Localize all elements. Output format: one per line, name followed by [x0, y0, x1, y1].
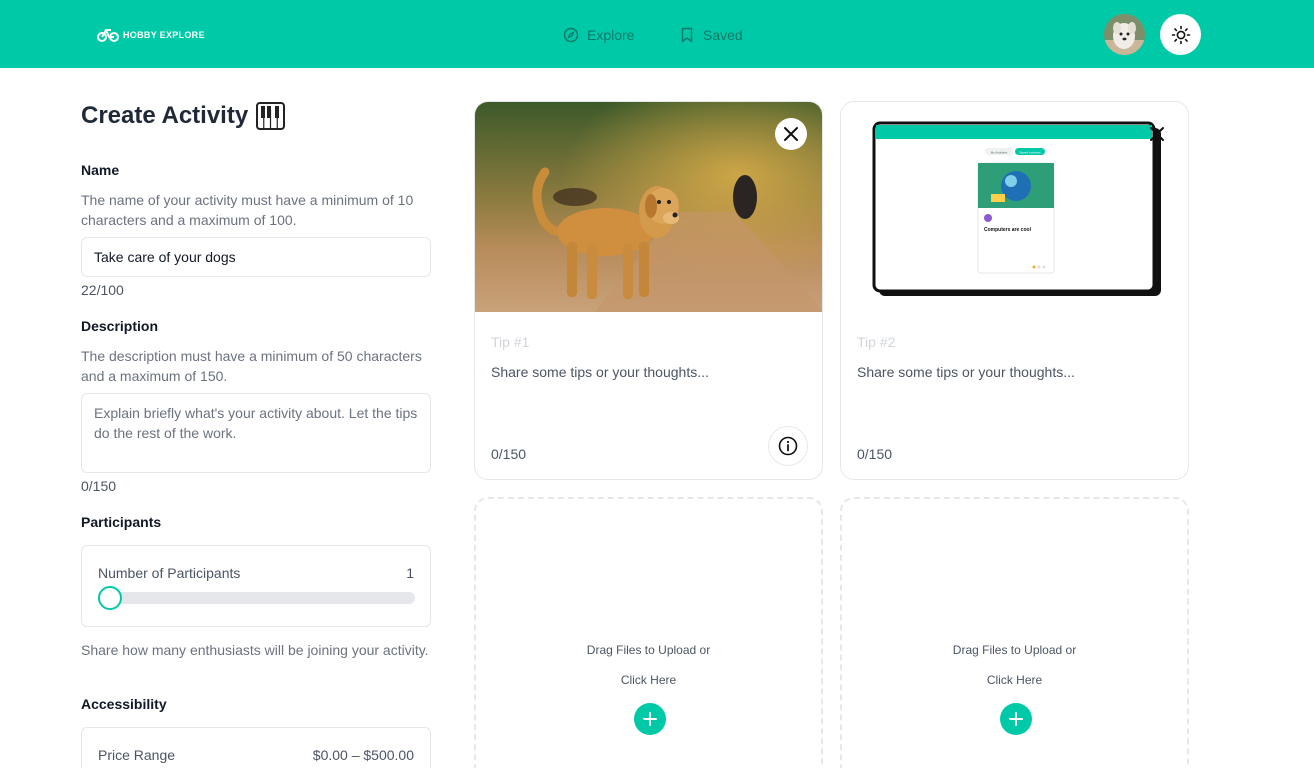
description-help: The description must have a minimum of 5…	[81, 348, 422, 384]
mini-tab-my-activities: My Activities	[991, 151, 1008, 155]
tip-textarea[interactable]	[491, 364, 807, 396]
tip-textarea[interactable]	[857, 364, 1173, 396]
info-button[interactable]	[768, 426, 808, 466]
nav-explore-label: Explore	[587, 27, 635, 43]
upload-text-line1: Drag Files to Upload or	[952, 643, 1077, 657]
screenshot-image: My Activities Saved Activities Computers…	[841, 102, 1188, 312]
name-counter: 22/100	[81, 282, 124, 298]
plus-icon	[1009, 712, 1023, 726]
tip-counter: 0/150	[491, 446, 527, 462]
add-file-button[interactable]	[1000, 703, 1032, 735]
user-avatar[interactable]	[1104, 14, 1145, 55]
accessibility-label: Accessibility	[81, 696, 167, 712]
piano-icon	[256, 102, 286, 130]
participants-help: Share how many enthusiasts will be joini…	[81, 642, 429, 658]
price-range-value: $0.00 – $500.00	[312, 747, 414, 763]
page-title: Create Activity	[81, 102, 286, 130]
nav-explore[interactable]: Explore	[563, 24, 634, 46]
participants-slider-thumb[interactable]	[98, 586, 122, 610]
logo[interactable]: HOBBY EXPLORE	[97, 26, 205, 44]
theme-toggle-button[interactable]	[1160, 14, 1201, 55]
tip-card-1: Tip #1 0/150	[474, 101, 823, 480]
price-range-label: Price Range	[98, 747, 176, 763]
tip-card-2: My Activities Saved Activities Computers…	[840, 101, 1189, 480]
nav-saved[interactable]: Saved	[679, 24, 743, 46]
close-icon	[1150, 127, 1164, 141]
description-textarea[interactable]	[81, 393, 431, 473]
sun-icon	[1171, 25, 1190, 44]
dog-photo	[475, 102, 822, 312]
upload-text-line2: Click Here	[986, 673, 1043, 687]
participants-value: 1	[406, 565, 414, 581]
compass-icon	[563, 27, 579, 43]
participants-box-label: Number of Participants	[98, 565, 241, 581]
participants-slider[interactable]	[98, 592, 415, 604]
description-counter: 0/150	[81, 478, 117, 494]
remove-image-button[interactable]	[775, 118, 807, 150]
tip-counter: 0/150	[857, 446, 893, 462]
participants-label: Participants	[81, 514, 162, 530]
description-label: Description	[81, 318, 159, 334]
participants-box: Number of Participants 1	[81, 545, 431, 627]
tip-label: Tip #2	[857, 334, 896, 350]
upload-text-line1: Drag Files to Upload or	[586, 643, 711, 657]
remove-image-button[interactable]	[1141, 118, 1173, 150]
upload-dropzone-1[interactable]: Drag Files to Upload or Click Here	[474, 497, 823, 768]
top-header: HOBBY EXPLORE Explore Saved	[0, 0, 1314, 68]
page-title-text: Create Activity	[81, 102, 249, 129]
tip-label: Tip #1	[491, 334, 530, 350]
close-icon	[784, 127, 798, 141]
nav-saved-label: Saved	[703, 27, 743, 43]
logo-text: HOBBY EXPLORE	[123, 30, 205, 40]
add-file-button[interactable]	[634, 703, 666, 735]
bicycle-icon	[97, 29, 119, 42]
name-help: The name of your activity must have a mi…	[81, 192, 414, 228]
name-label: Name	[81, 162, 120, 178]
name-input[interactable]	[81, 237, 431, 277]
upload-dropzone-2[interactable]: Drag Files to Upload or Click Here	[840, 497, 1189, 768]
mini-post-title: Computers are cool	[984, 227, 1032, 233]
info-icon	[778, 436, 798, 456]
bookmark-icon	[679, 27, 695, 43]
plus-icon	[643, 712, 657, 726]
upload-text-line2: Click Here	[620, 673, 677, 687]
mini-tab-saved-activities: Saved Activities	[1019, 151, 1041, 155]
accessibility-box: Price Range $0.00 – $500.00	[81, 727, 431, 768]
